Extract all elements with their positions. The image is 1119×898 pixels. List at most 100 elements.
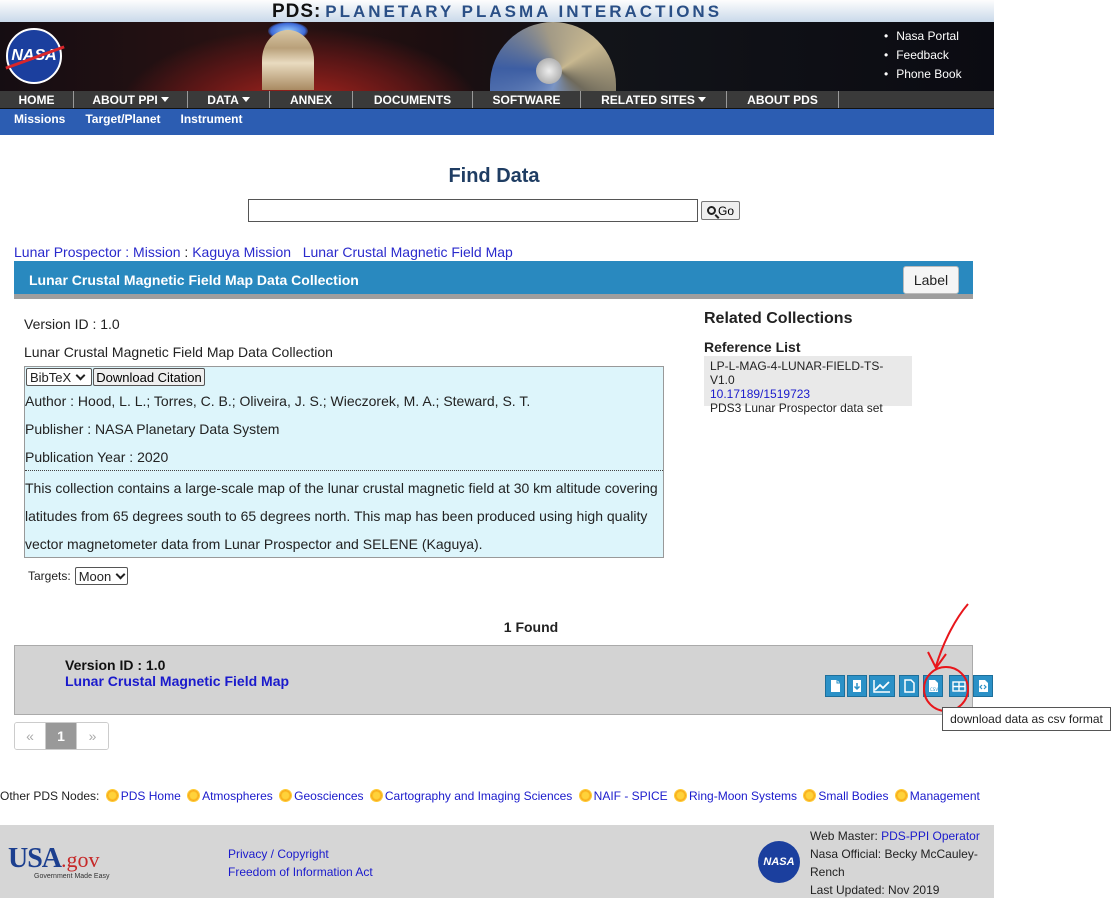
download-icon[interactable]: [847, 675, 867, 697]
breadcrumb: Lunar Prospector : Mission : Kaguya Miss…: [14, 244, 513, 260]
phone-book-link[interactable]: Phone Book: [896, 67, 961, 81]
breadcrumb-kaguya[interactable]: Kaguya Mission: [192, 244, 291, 260]
usa-logo-text: USA: [8, 843, 62, 874]
chevron-down-icon: [75, 370, 86, 380]
targets-row: Targets: Moon: [28, 567, 129, 585]
breadcrumb-lunar-prospector[interactable]: Lunar Prospector : Mission: [14, 244, 181, 260]
last-updated: Last Updated: Nov 2019: [810, 883, 940, 897]
top-links: Nasa Portal Feedback Phone Book: [884, 27, 962, 84]
nav-label: HOME: [18, 93, 55, 107]
citation-author: Author : Hood, L. L.; Torres, C. B.; Oli…: [25, 393, 531, 409]
node-link-cartography[interactable]: Cartography and Imaging Sciences: [385, 789, 572, 803]
sun-icon: [188, 790, 200, 801]
nav-about-pds[interactable]: ABOUT PDS: [727, 91, 839, 108]
pager-prev[interactable]: «: [15, 723, 46, 749]
sun-icon: [804, 790, 816, 801]
privacy-link[interactable]: Privacy / Copyright: [228, 847, 329, 861]
feedback-link[interactable]: Feedback: [896, 48, 949, 62]
collection-header: Lunar Crustal Magnetic Field Map Data Co…: [14, 261, 973, 299]
breadcrumb-current[interactable]: Lunar Crustal Magnetic Field Map: [303, 244, 513, 260]
reference-id: LP-L-MAG-4-LUNAR-FIELD-TS-V1.0: [710, 359, 884, 387]
go-button[interactable]: Go: [701, 201, 740, 220]
top-link-item: Phone Book: [884, 65, 961, 84]
pager-next[interactable]: »: [77, 723, 108, 749]
code-file-icon[interactable]: [973, 675, 993, 697]
site-title: PDS: PLANETARY PLASMA INTERACTIONS: [0, 0, 994, 22]
reference-list-item: LP-L-MAG-4-LUNAR-FIELD-TS-V1.0 10.17189/…: [704, 356, 912, 415]
search-input[interactable]: [248, 199, 698, 222]
targets-label: Targets:: [28, 569, 71, 583]
citation-format-select[interactable]: BibTeX: [26, 368, 92, 386]
citation-divider: [25, 470, 663, 471]
collection-title: Lunar Crustal Magnetic Field Map Data Co…: [29, 272, 359, 288]
caret-down-icon: [241, 97, 250, 102]
node-link-management[interactable]: Management: [910, 789, 980, 803]
nav-label: ANNEX: [289, 93, 332, 107]
nav-software[interactable]: SOFTWARE: [473, 91, 581, 108]
pds-nodes-label: Other PDS Nodes:: [0, 789, 100, 803]
subnav-missions[interactable]: Missions: [14, 109, 65, 135]
chart-icon[interactable]: [869, 675, 895, 697]
sun-icon: [370, 790, 382, 801]
reference-list-title: Reference List: [704, 339, 801, 355]
sun-icon: [675, 790, 687, 801]
nav-label: ABOUT PDS: [747, 93, 818, 107]
caret-down-icon: [160, 97, 169, 102]
go-label: Go: [717, 203, 734, 218]
breadcrumb-separator: :: [180, 244, 193, 260]
nasa-official: Nasa Official: Becky McCauley-Rench: [810, 847, 978, 879]
site-title-text: PLANETARY PLASMA INTERACTIONS: [325, 2, 723, 21]
node-link-naif-spice[interactable]: NAIF - SPICE: [594, 789, 668, 803]
file-icon[interactable]: [825, 675, 845, 697]
collection-name: Lunar Crustal Magnetic Field Map Data Co…: [24, 344, 333, 360]
nav-annex[interactable]: ANNEX: [270, 91, 353, 108]
moon-core-graphic: [536, 58, 562, 84]
subnav-target-planet[interactable]: Target/Planet: [85, 109, 160, 135]
node-link-geosciences[interactable]: Geosciences: [294, 789, 363, 803]
document-icon[interactable]: [899, 675, 919, 697]
citation-year: Publication Year : 2020: [25, 449, 169, 465]
footer-nasa-logo[interactable]: NASA: [758, 841, 800, 883]
search-icon: [706, 206, 716, 215]
node-link-atmospheres[interactable]: Atmospheres: [202, 789, 273, 803]
footer-links: Privacy / Copyright Freedom of Informati…: [228, 845, 373, 881]
top-link-item: Feedback: [884, 46, 962, 65]
nav-label: SOFTWARE: [492, 93, 561, 107]
pager-page-1[interactable]: 1: [46, 723, 77, 749]
pds-nodes-bar: Other PDS Nodes: PDS Home Atmospheres Ge…: [0, 789, 980, 803]
nav-documents[interactable]: DOCUMENTS: [353, 91, 473, 108]
nasa-logo[interactable]: NASA: [6, 28, 62, 84]
label-button[interactable]: Label: [903, 266, 959, 294]
header-banner: PDS: PLANETARY PLASMA INTERACTIONS NASA …: [0, 0, 994, 91]
foia-link[interactable]: Freedom of Information Act: [228, 865, 373, 879]
collection-version: Version ID : 1.0: [24, 316, 120, 332]
citation-box: BibTeX Download Citation Author : Hood, …: [24, 366, 664, 558]
nav-about-ppi[interactable]: ABOUT PPI: [74, 91, 188, 108]
nav-label: DATA: [207, 93, 239, 107]
reference-doi-link[interactable]: 10.17189/1519723: [710, 387, 810, 401]
node-link-small-bodies[interactable]: Small Bodies: [818, 789, 888, 803]
caret-down-icon: [697, 97, 706, 102]
result-title-link[interactable]: Lunar Crustal Magnetic Field Map: [65, 673, 289, 689]
usa-gov-logo[interactable]: USA.gov Government Made Easy: [8, 843, 128, 880]
reference-description: PDS3 Lunar Prospector data set: [710, 401, 883, 415]
nasa-portal-link[interactable]: Nasa Portal: [896, 29, 959, 43]
nav-label: ABOUT PPI: [92, 93, 158, 107]
result-row: Version ID : 1.0 Lunar Crustal Magnetic …: [14, 645, 993, 715]
nav-related-sites[interactable]: RELATED SITES: [581, 91, 727, 108]
subnav-instrument[interactable]: Instrument: [181, 109, 243, 135]
nav-home[interactable]: HOME: [0, 91, 74, 108]
footer-info: Web Master: PDS-PPI Operator Nasa Offici…: [810, 827, 990, 898]
chevron-down-icon: [115, 569, 126, 579]
download-citation-button[interactable]: Download Citation: [93, 368, 205, 386]
node-link-pds-home[interactable]: PDS Home: [121, 789, 181, 803]
result-version: Version ID : 1.0: [65, 657, 166, 673]
page-title: Find Data: [448, 165, 540, 187]
node-link-ring-moon[interactable]: Ring-Moon Systems: [689, 789, 797, 803]
gov-logo-text: .gov: [61, 847, 100, 872]
nav-data[interactable]: DATA: [188, 91, 270, 108]
target-select[interactable]: Moon: [74, 567, 129, 585]
annotation-arrow: [927, 603, 969, 670]
webmaster-link[interactable]: PDS-PPI Operator: [881, 829, 980, 843]
sub-nav: Missions Target/Planet Instrument: [0, 109, 994, 135]
